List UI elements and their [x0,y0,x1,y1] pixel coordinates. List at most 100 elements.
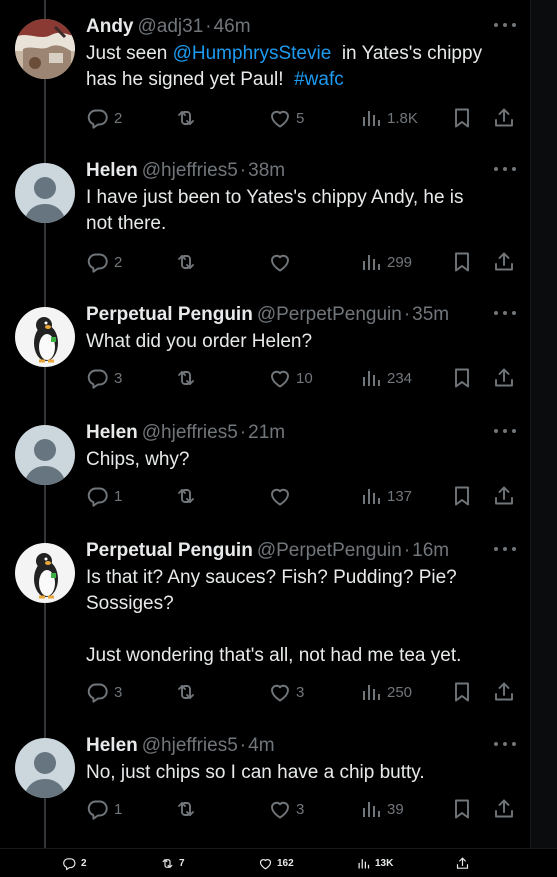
views-icon [359,366,383,390]
views-icon [359,797,383,821]
more-icon[interactable] [494,545,516,553]
user-handle[interactable]: @hjeffries5 [142,735,238,756]
separator-dot: · [205,16,212,37]
reply-button[interactable]: 2 [86,250,122,274]
more-icon[interactable] [494,21,516,29]
footer-like-button[interactable]: 162 [258,855,294,871]
user-handle[interactable]: @hjeffries5 [142,422,238,443]
avatar[interactable] [15,19,75,79]
share-button[interactable] [492,680,516,704]
avatar[interactable] [15,543,75,603]
mention-link[interactable]: @HumphrysStevie [173,43,332,64]
timestamp[interactable]: 38m [248,160,285,181]
retweet-icon [174,484,198,508]
bookmark-icon [450,680,474,704]
like-button[interactable]: 5 [268,106,304,130]
text-segment: No, just chips so I can have a chip butt… [86,762,425,783]
share-button[interactable] [492,106,516,130]
views-button[interactable]: 39 [359,797,404,821]
footer-retweet-button[interactable]: 7 [160,855,185,871]
reply-button[interactable]: 1 [86,797,122,821]
user-handle[interactable]: @PerpetPenguin [257,540,402,561]
separator-dot: · [239,160,247,181]
tweet-text-line: has he signed yet Paul! #wafc [86,67,516,93]
heart-icon [268,797,292,821]
share-button[interactable] [492,797,516,821]
avatar[interactable] [15,738,75,798]
display-name[interactable]: Perpetual Penguin [86,540,253,561]
retweet-icon [174,366,198,390]
likes-count: 10 [296,369,313,387]
bookmark-icon [450,366,474,390]
more-icon[interactable] [494,740,516,748]
hashtag-link[interactable]: #wafc [294,69,344,90]
retweet-button[interactable] [174,484,198,508]
timestamp[interactable]: 35m [412,304,449,325]
display-name[interactable]: Helen [86,735,138,756]
bookmark-button[interactable] [450,797,474,821]
share-button[interactable] [492,484,516,508]
user-handle[interactable]: @adj31 [138,16,204,37]
tweet-actions: 3 10 234 [86,366,516,390]
share-button[interactable] [492,250,516,274]
like-button[interactable] [268,484,292,508]
retweet-button[interactable] [174,366,198,390]
like-button[interactable] [268,250,292,274]
text-segment: Just wondering that's all, not had me te… [86,645,462,666]
views-button[interactable]: 137 [359,484,412,508]
like-button[interactable]: 3 [268,797,304,821]
heart-icon [268,366,292,390]
tweet-header: Perpetual Penguin @PerpetPenguin · 35m [86,303,516,327]
display-name[interactable]: Helen [86,160,138,181]
footer-views-button[interactable]: 13K [356,855,393,871]
views-button[interactable]: 1.8K [359,106,418,130]
more-icon[interactable] [494,427,516,435]
retweet-button[interactable] [174,680,198,704]
heart-icon [268,106,292,130]
bookmark-button[interactable] [450,250,474,274]
reply-button[interactable]: 3 [86,680,122,704]
avatar[interactable] [15,425,75,485]
timestamp[interactable]: 21m [248,422,285,443]
reply-button[interactable]: 1 [86,484,122,508]
share-button[interactable] [492,366,516,390]
avatar[interactable] [15,307,75,367]
views-button[interactable]: 234 [359,366,412,390]
bookmark-button[interactable] [450,484,474,508]
user-handle[interactable]: @hjeffries5 [142,160,238,181]
reply-icon [86,106,110,130]
footer-share-button[interactable] [455,855,470,871]
retweet-button[interactable] [174,797,198,821]
views-button[interactable]: 250 [359,680,412,704]
share-icon [492,250,516,274]
display-name[interactable]: Helen [86,422,138,443]
like-button[interactable]: 10 [268,366,313,390]
timestamp[interactable]: 4m [248,735,274,756]
tweet-text: Just seen @HumphrysStevie in Yates's chi… [86,41,516,93]
timestamp[interactable]: 16m [412,540,449,561]
footer-reply-button[interactable]: 2 [62,855,87,871]
heart-icon [268,484,292,508]
reply-button[interactable]: 2 [86,106,122,130]
more-icon[interactable] [494,165,516,173]
avatar[interactable] [15,163,75,223]
tweet-header: Helen @hjeffries5 · 21m [86,421,516,445]
display-name[interactable]: Perpetual Penguin [86,304,253,325]
footer-action-bar: 2 7 162 13K [0,848,557,877]
views-icon [356,856,371,871]
bookmark-button[interactable] [450,366,474,390]
user-handle[interactable]: @PerpetPenguin [257,304,402,325]
views-button[interactable]: 299 [359,250,412,274]
timestamp[interactable]: 46m [214,16,251,37]
bookmark-button[interactable] [450,106,474,130]
display-name[interactable]: Andy [86,16,134,37]
bookmark-button[interactable] [450,680,474,704]
tweet-header: Perpetual Penguin @PerpetPenguin · 16m [86,539,516,563]
tweet-text: Is that it? Any sauces? Fish? Pudding? P… [86,565,516,669]
like-button[interactable]: 3 [268,680,304,704]
reply-button[interactable]: 3 [86,366,122,390]
retweet-button[interactable] [174,250,198,274]
retweet-button[interactable] [174,106,198,130]
more-icon[interactable] [494,309,516,317]
